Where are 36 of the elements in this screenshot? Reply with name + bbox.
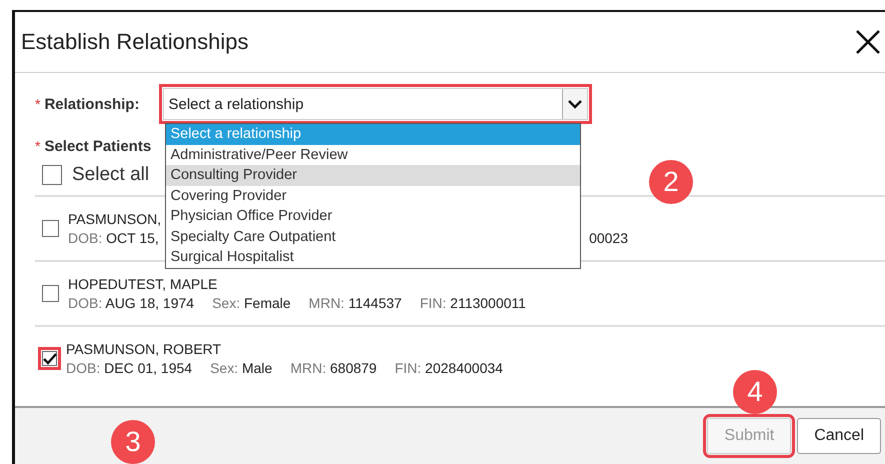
check-icon [42, 352, 56, 364]
field-label: Relationship: [44, 96, 140, 112]
checkbox[interactable] [42, 285, 59, 302]
dropdown-option[interactable]: Administrative/Peer Review [166, 144, 580, 165]
patient-detail: Sex: Female [212, 295, 291, 311]
patient-detail: Sex: Male [210, 360, 272, 376]
required-asterisk: * [35, 96, 40, 112]
dropdown-option[interactable]: Covering Provider [166, 186, 580, 206]
patient-detail: FIN: 2113000011 [420, 295, 526, 311]
patient-detail: 00023 [589, 230, 628, 246]
checkbox[interactable] [38, 347, 61, 370]
patient-detail: MRN: 1144537 [308, 295, 402, 311]
close-icon[interactable] [855, 29, 881, 55]
dropdown-option[interactable]: Surgical Hospitalist [166, 247, 580, 268]
patient-detail: DOB: AUG 18, 1974 [68, 295, 194, 311]
patient-detail: DOB: DEC 01, 1954 [66, 360, 192, 376]
patient-detail: DOB: OCT 15, [68, 230, 159, 246]
checkbox[interactable] [42, 165, 62, 185]
step-number-badge: 2 [649, 160, 693, 204]
dropdown-option[interactable]: Physician Office Provider [166, 206, 580, 226]
required-asterisk: * [35, 138, 40, 154]
caret-icon[interactable] [562, 89, 588, 119]
checkbox-label: Select all [72, 164, 150, 186]
patient-name: HOPEDUTEST, MAPLE [68, 276, 218, 292]
dropdown-option[interactable]: Specialty Care Outpatient [166, 226, 580, 247]
patient-detail: FIN: 2028400034 [394, 360, 503, 376]
checkbox[interactable] [42, 220, 59, 237]
patient-name: PASMUNSON, [68, 211, 162, 227]
patient-detail: MRN: 680879 [290, 360, 377, 376]
patient-name: PASMUNSON, ROBERT [66, 341, 222, 357]
section-label: Select Patients [44, 138, 152, 154]
window-title: Establish Relationships [21, 29, 248, 55]
dropdown-value: Select a relationship [168, 96, 304, 112]
dialog-button[interactable]: Cancel [797, 418, 881, 454]
step-number-badge: 4 [733, 370, 777, 414]
dropdown-option[interactable]: Consulting Provider [166, 165, 580, 186]
